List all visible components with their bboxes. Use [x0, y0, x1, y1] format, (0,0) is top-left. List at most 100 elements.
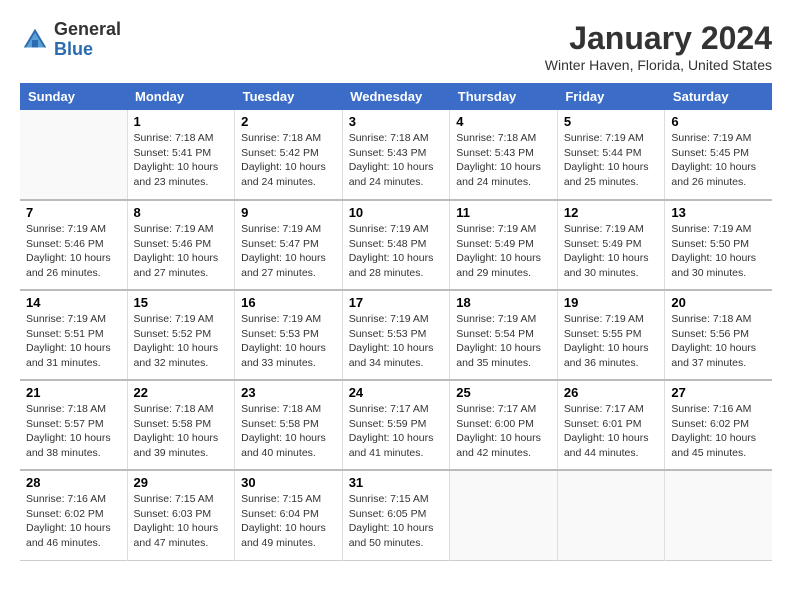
day-number: 18: [456, 295, 551, 310]
day-info: Sunrise: 7:17 AMSunset: 6:01 PMDaylight:…: [564, 402, 659, 461]
calendar-week-row: 21 Sunrise: 7:18 AMSunset: 5:57 PMDayligh…: [20, 380, 772, 470]
calendar-day-cell: 19 Sunrise: 7:19 AMSunset: 5:55 PMDayligh…: [557, 290, 665, 380]
day-info: Sunrise: 7:19 AMSunset: 5:55 PMDaylight:…: [564, 312, 659, 371]
calendar-day-cell: 25Sunrise: 7:17 AMSunset: 6:00 PMDayligh…: [450, 380, 558, 470]
day-info: Sunrise: 7:18 AMSunset: 5:43 PMDaylight:…: [456, 131, 551, 190]
calendar-day-cell: [450, 470, 558, 560]
header-day: Monday: [127, 83, 235, 110]
calendar-day-cell: 20 Sunrise: 7:18 AMSunset: 5:56 PMDayligh…: [665, 290, 772, 380]
calendar-day-cell: 29 Sunrise: 7:15 AMSunset: 6:03 PMDayligh…: [127, 470, 235, 560]
day-number: 8: [134, 205, 229, 220]
calendar-day-cell: 3 Sunrise: 7:18 AMSunset: 5:43 PMDaylight…: [342, 110, 450, 200]
calendar-day-cell: 12Sunrise: 7:19 AMSunset: 5:49 PMDayligh…: [557, 200, 665, 290]
logo: General Blue: [20, 20, 121, 60]
day-number: 3: [349, 114, 444, 129]
calendar-day-cell: 9Sunrise: 7:19 AMSunset: 5:47 PMDaylight…: [235, 200, 343, 290]
day-number: 9: [241, 205, 336, 220]
day-info: Sunrise: 7:16 AMSunset: 6:02 PMDaylight:…: [26, 492, 121, 551]
calendar-day-cell: 1 Sunrise: 7:18 AMSunset: 5:41 PMDaylight…: [127, 110, 235, 200]
day-number: 16: [241, 295, 336, 310]
location: Winter Haven, Florida, United States: [545, 57, 772, 73]
logo-text: General Blue: [54, 20, 121, 60]
day-info: Sunrise: 7:18 AMSunset: 5:56 PMDaylight:…: [671, 312, 766, 371]
calendar-day-cell: 30 Sunrise: 7:15 AMSunset: 6:04 PMDayligh…: [235, 470, 343, 560]
header-day: Tuesday: [235, 83, 343, 110]
calendar-day-cell: [665, 470, 772, 560]
header-day: Friday: [557, 83, 665, 110]
day-info: Sunrise: 7:19 AMSunset: 5:54 PMDaylight:…: [456, 312, 551, 371]
calendar-day-cell: 8 Sunrise: 7:19 AMSunset: 5:46 PMDaylight…: [127, 200, 235, 290]
month-title: January 2024: [545, 20, 772, 57]
header-day: Wednesday: [342, 83, 450, 110]
day-info: Sunrise: 7:16 AMSunset: 6:02 PMDaylight:…: [671, 402, 766, 461]
header-row: SundayMondayTuesdayWednesdayThursdayFrid…: [20, 83, 772, 110]
calendar-day-cell: [557, 470, 665, 560]
day-number: 29: [134, 475, 229, 490]
calendar-day-cell: 11 Sunrise: 7:19 AMSunset: 5:49 PMDayligh…: [450, 200, 558, 290]
calendar-day-cell: 2Sunrise: 7:18 AMSunset: 5:42 PMDaylight…: [235, 110, 343, 200]
day-info: Sunrise: 7:19 AMSunset: 5:46 PMDaylight:…: [26, 222, 121, 281]
day-info: Sunrise: 7:17 AMSunset: 6:00 PMDaylight:…: [456, 402, 551, 461]
day-number: 17: [349, 295, 444, 310]
day-info: Sunrise: 7:15 AMSunset: 6:03 PMDaylight:…: [134, 492, 229, 551]
day-info: Sunrise: 7:18 AMSunset: 5:57 PMDaylight:…: [26, 402, 121, 461]
day-number: 10: [349, 205, 444, 220]
day-number: 19: [564, 295, 659, 310]
day-info: Sunrise: 7:19 AMSunset: 5:48 PMDaylight:…: [349, 222, 444, 281]
calendar-day-cell: 4 Sunrise: 7:18 AMSunset: 5:43 PMDaylight…: [450, 110, 558, 200]
day-info: Sunrise: 7:19 AMSunset: 5:53 PMDaylight:…: [349, 312, 444, 371]
day-number: 24: [349, 385, 444, 400]
day-info: Sunrise: 7:18 AMSunset: 5:43 PMDaylight:…: [349, 131, 444, 190]
page-header: General Blue January 2024 Winter Haven, …: [20, 20, 772, 73]
day-info: Sunrise: 7:18 AMSunset: 5:58 PMDaylight:…: [241, 402, 336, 461]
calendar-day-cell: 21 Sunrise: 7:18 AMSunset: 5:57 PMDayligh…: [20, 380, 127, 470]
day-info: Sunrise: 7:19 AMSunset: 5:45 PMDaylight:…: [671, 131, 766, 190]
calendar-week-row: 28 Sunrise: 7:16 AMSunset: 6:02 PMDayligh…: [20, 470, 772, 560]
day-info: Sunrise: 7:19 AMSunset: 5:49 PMDaylight:…: [456, 222, 551, 281]
day-info: Sunrise: 7:17 AMSunset: 5:59 PMDaylight:…: [349, 402, 444, 461]
day-info: Sunrise: 7:19 AMSunset: 5:50 PMDaylight:…: [671, 222, 766, 281]
calendar-body: 1 Sunrise: 7:18 AMSunset: 5:41 PMDaylight…: [20, 110, 772, 560]
logo-icon: [20, 25, 50, 55]
day-number: 13: [671, 205, 766, 220]
calendar-day-cell: 14 Sunrise: 7:19 AMSunset: 5:51 PMDayligh…: [20, 290, 127, 380]
calendar-day-cell: 10 Sunrise: 7:19 AMSunset: 5:48 PMDayligh…: [342, 200, 450, 290]
header-day: Sunday: [20, 83, 127, 110]
day-number: 31: [349, 475, 444, 490]
calendar-day-cell: 22 Sunrise: 7:18 AMSunset: 5:58 PMDayligh…: [127, 380, 235, 470]
day-number: 22: [134, 385, 229, 400]
calendar-day-cell: 18 Sunrise: 7:19 AMSunset: 5:54 PMDayligh…: [450, 290, 558, 380]
calendar-day-cell: 7Sunrise: 7:19 AMSunset: 5:46 PMDaylight…: [20, 200, 127, 290]
day-number: 26: [564, 385, 659, 400]
calendar-day-cell: 24 Sunrise: 7:17 AMSunset: 5:59 PMDayligh…: [342, 380, 450, 470]
calendar-day-cell: 16Sunrise: 7:19 AMSunset: 5:53 PMDayligh…: [235, 290, 343, 380]
day-number: 1: [134, 114, 229, 129]
day-number: 27: [671, 385, 766, 400]
day-number: 14: [26, 295, 121, 310]
day-info: Sunrise: 7:19 AMSunset: 5:44 PMDaylight:…: [564, 131, 659, 190]
day-info: Sunrise: 7:18 AMSunset: 5:41 PMDaylight:…: [134, 131, 229, 190]
header-day: Saturday: [665, 83, 772, 110]
day-number: 28: [26, 475, 121, 490]
day-number: 30: [241, 475, 336, 490]
day-info: Sunrise: 7:19 AMSunset: 5:46 PMDaylight:…: [134, 222, 229, 281]
day-info: Sunrise: 7:18 AMSunset: 5:58 PMDaylight:…: [134, 402, 229, 461]
calendar-day-cell: 26 Sunrise: 7:17 AMSunset: 6:01 PMDayligh…: [557, 380, 665, 470]
calendar-day-cell: 31Sunrise: 7:15 AMSunset: 6:05 PMDayligh…: [342, 470, 450, 560]
day-number: 4: [456, 114, 551, 129]
calendar-week-row: 1 Sunrise: 7:18 AMSunset: 5:41 PMDaylight…: [20, 110, 772, 200]
day-info: Sunrise: 7:19 AMSunset: 5:51 PMDaylight:…: [26, 312, 121, 371]
title-block: January 2024 Winter Haven, Florida, Unit…: [545, 20, 772, 73]
day-info: Sunrise: 7:19 AMSunset: 5:52 PMDaylight:…: [134, 312, 229, 371]
day-number: 5: [564, 114, 659, 129]
day-info: Sunrise: 7:15 AMSunset: 6:04 PMDaylight:…: [241, 492, 336, 551]
day-number: 20: [671, 295, 766, 310]
day-number: 11: [456, 205, 551, 220]
calendar-day-cell: [20, 110, 127, 200]
calendar-week-row: 14 Sunrise: 7:19 AMSunset: 5:51 PMDayligh…: [20, 290, 772, 380]
calendar-week-row: 7Sunrise: 7:19 AMSunset: 5:46 PMDaylight…: [20, 200, 772, 290]
day-number: 21: [26, 385, 121, 400]
logo-general: General: [54, 20, 121, 40]
calendar-day-cell: 6Sunrise: 7:19 AMSunset: 5:45 PMDaylight…: [665, 110, 772, 200]
calendar-day-cell: 5 Sunrise: 7:19 AMSunset: 5:44 PMDaylight…: [557, 110, 665, 200]
